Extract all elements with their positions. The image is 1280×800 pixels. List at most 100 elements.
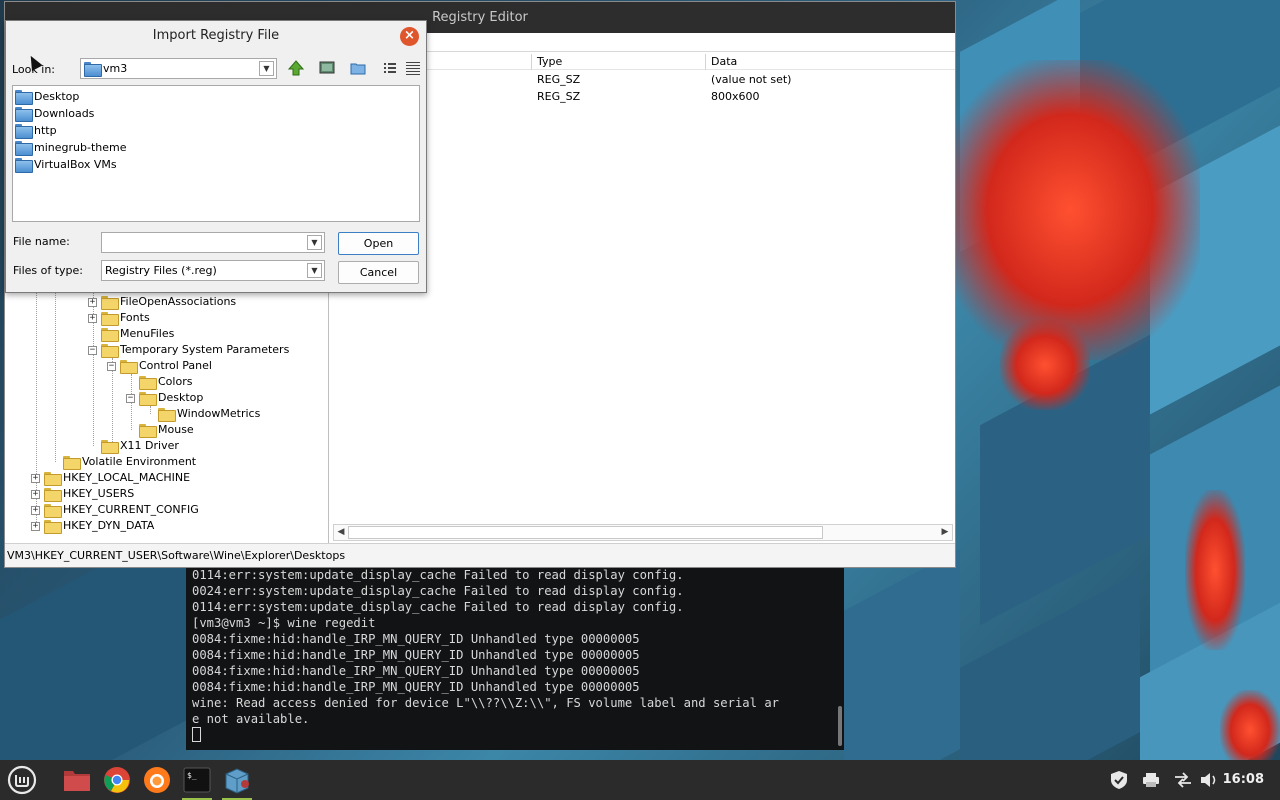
import-registry-dialog: Import Registry File × Look in: vm3 ▼ De… [5,20,427,293]
tree-item-hkey-local-machine[interactable]: + HKEY_LOCAL_MACHINE [31,470,190,486]
open-button[interactable]: Open [338,232,419,255]
collapse-icon[interactable]: − [107,361,116,371]
printer-button[interactable] [1138,760,1164,800]
scrollbar-thumb[interactable] [348,526,823,539]
file-name: minegrub-theme [34,141,127,154]
terminal-button[interactable]: $_ [179,764,215,800]
expand-icon[interactable]: + [88,313,97,323]
expand-icon[interactable]: + [31,521,40,531]
volume-icon [1201,773,1216,787]
terminal-scrollbar[interactable] [838,706,842,746]
folder-icon [139,376,157,390]
scroll-left-icon[interactable]: ◀ [334,525,348,540]
tree-item-label: Fonts [120,311,150,324]
folder-icon [101,296,119,310]
folder-icon [44,488,62,502]
column-type[interactable]: Type [537,55,562,68]
file-name-field[interactable]: ▼ [101,232,325,253]
tree-item-hkey-dyn-data[interactable]: + HKEY_DYN_DATA [31,518,154,534]
volume-button[interactable] [1196,760,1222,800]
details-view-icon [406,62,420,75]
tree-item-label: Control Panel [139,359,212,372]
terminal-output: 0114:err:system:update_display_cache Fai… [186,566,844,744]
close-icon[interactable]: × [400,27,419,46]
file-name-label: File name: [13,235,70,248]
tree-item-fonts[interactable]: + Fonts [88,310,150,326]
file-type-value: Registry Files (*.reg) [105,264,217,277]
chevron-down-icon[interactable]: ▼ [259,61,274,76]
list-item[interactable]: Downloads [15,105,94,122]
up-folder-button[interactable] [285,57,307,79]
cancel-button[interactable]: Cancel [338,261,419,284]
chevron-down-icon[interactable]: ▼ [307,235,322,250]
tree-item-label: HKEY_CURRENT_CONFIG [63,503,199,516]
mint-menu-button[interactable] [4,764,40,796]
list-item[interactable]: minegrub-theme [15,139,126,156]
details-view-button[interactable] [402,57,424,79]
mint-menu-icon [7,765,37,795]
tree-item-label: HKEY_USERS [63,487,135,500]
tree-item-label: Colors [158,375,193,388]
tree-item-desktop[interactable]: − Desktop [126,390,203,406]
folder-icon [44,520,62,534]
chrome-button[interactable] [99,764,135,796]
folder-icon [120,360,138,374]
terminal-window[interactable]: 0114:err:system:update_display_cache Fai… [186,566,844,750]
expand-icon[interactable]: + [31,489,40,499]
network-button[interactable] [1170,760,1196,800]
tree-item-control-panel[interactable]: − Control Panel [107,358,212,374]
list-item[interactable]: http [15,122,57,139]
files-icon [64,771,90,791]
files-button[interactable] [59,764,95,796]
dialog-title: Import Registry File [152,28,280,43]
folder-icon [15,141,33,156]
new-folder-button[interactable] [347,57,369,79]
desktop-button[interactable] [316,57,338,79]
tree-item-menufiles[interactable]: MenuFiles [101,326,174,342]
collapse-icon[interactable]: − [88,345,97,355]
collapse-icon[interactable]: − [126,393,135,403]
printer-icon [1143,773,1159,787]
list-view-button[interactable] [379,57,401,79]
tree-item-colors[interactable]: Colors [139,374,192,390]
expand-icon[interactable]: + [88,297,97,307]
tree-item-temporary-system-parameters[interactable]: − Temporary System Parameters [88,342,289,358]
tree-item-mouse[interactable]: Mouse [139,422,194,438]
clock[interactable]: 16:08 [1223,760,1264,800]
tree-item-x11-driver[interactable]: X11 Driver [101,438,179,454]
file-type-select[interactable]: Registry Files (*.reg) ▼ [101,260,325,281]
folder-icon [158,408,176,422]
file-name: Desktop [34,90,80,103]
tree-item-label: Desktop [158,391,204,404]
chrome-icon [104,767,130,793]
wine-regedit-button[interactable] [219,764,255,800]
shield-button[interactable] [1106,760,1132,800]
desktop-icon [319,61,335,74]
value-data: 800x600 [711,90,760,103]
folder-icon [139,424,157,438]
firefox-button[interactable] [139,764,175,796]
tree-item-fileopenassociations[interactable]: + FileOpenAssociations [88,294,236,310]
file-type-label: Files of type: [13,264,84,277]
folder-icon [15,90,33,105]
tree-item-volatile-environment[interactable]: Volatile Environment [63,454,196,470]
shield-icon [1111,771,1127,789]
list-item[interactable]: Desktop [15,88,79,105]
column-data[interactable]: Data [711,55,737,68]
list-item[interactable]: VirtualBox VMs [15,156,117,173]
expand-icon[interactable]: + [31,505,40,515]
tree-item-windowmetrics[interactable]: WindowMetrics [158,406,260,422]
tree-item-hkey-users[interactable]: + HKEY_USERS [31,486,134,502]
tree-item-label: MenuFiles [120,327,175,340]
value-type: REG_SZ [537,90,581,103]
expand-icon[interactable]: + [31,473,40,483]
folder-icon [15,158,33,173]
horizontal-scrollbar[interactable]: ◀ ▶ [333,524,953,541]
chevron-down-icon[interactable]: ▼ [307,263,322,278]
tree-item-hkey-current-config[interactable]: + HKEY_CURRENT_CONFIG [31,502,199,518]
network-icon [1175,772,1191,788]
file-list[interactable]: Desktop Downloads http minegrub-theme Vi… [12,85,420,222]
scroll-right-icon[interactable]: ▶ [938,525,952,540]
file-name: VirtualBox VMs [34,158,117,171]
look-in-combo[interactable]: vm3 ▼ [80,58,277,79]
